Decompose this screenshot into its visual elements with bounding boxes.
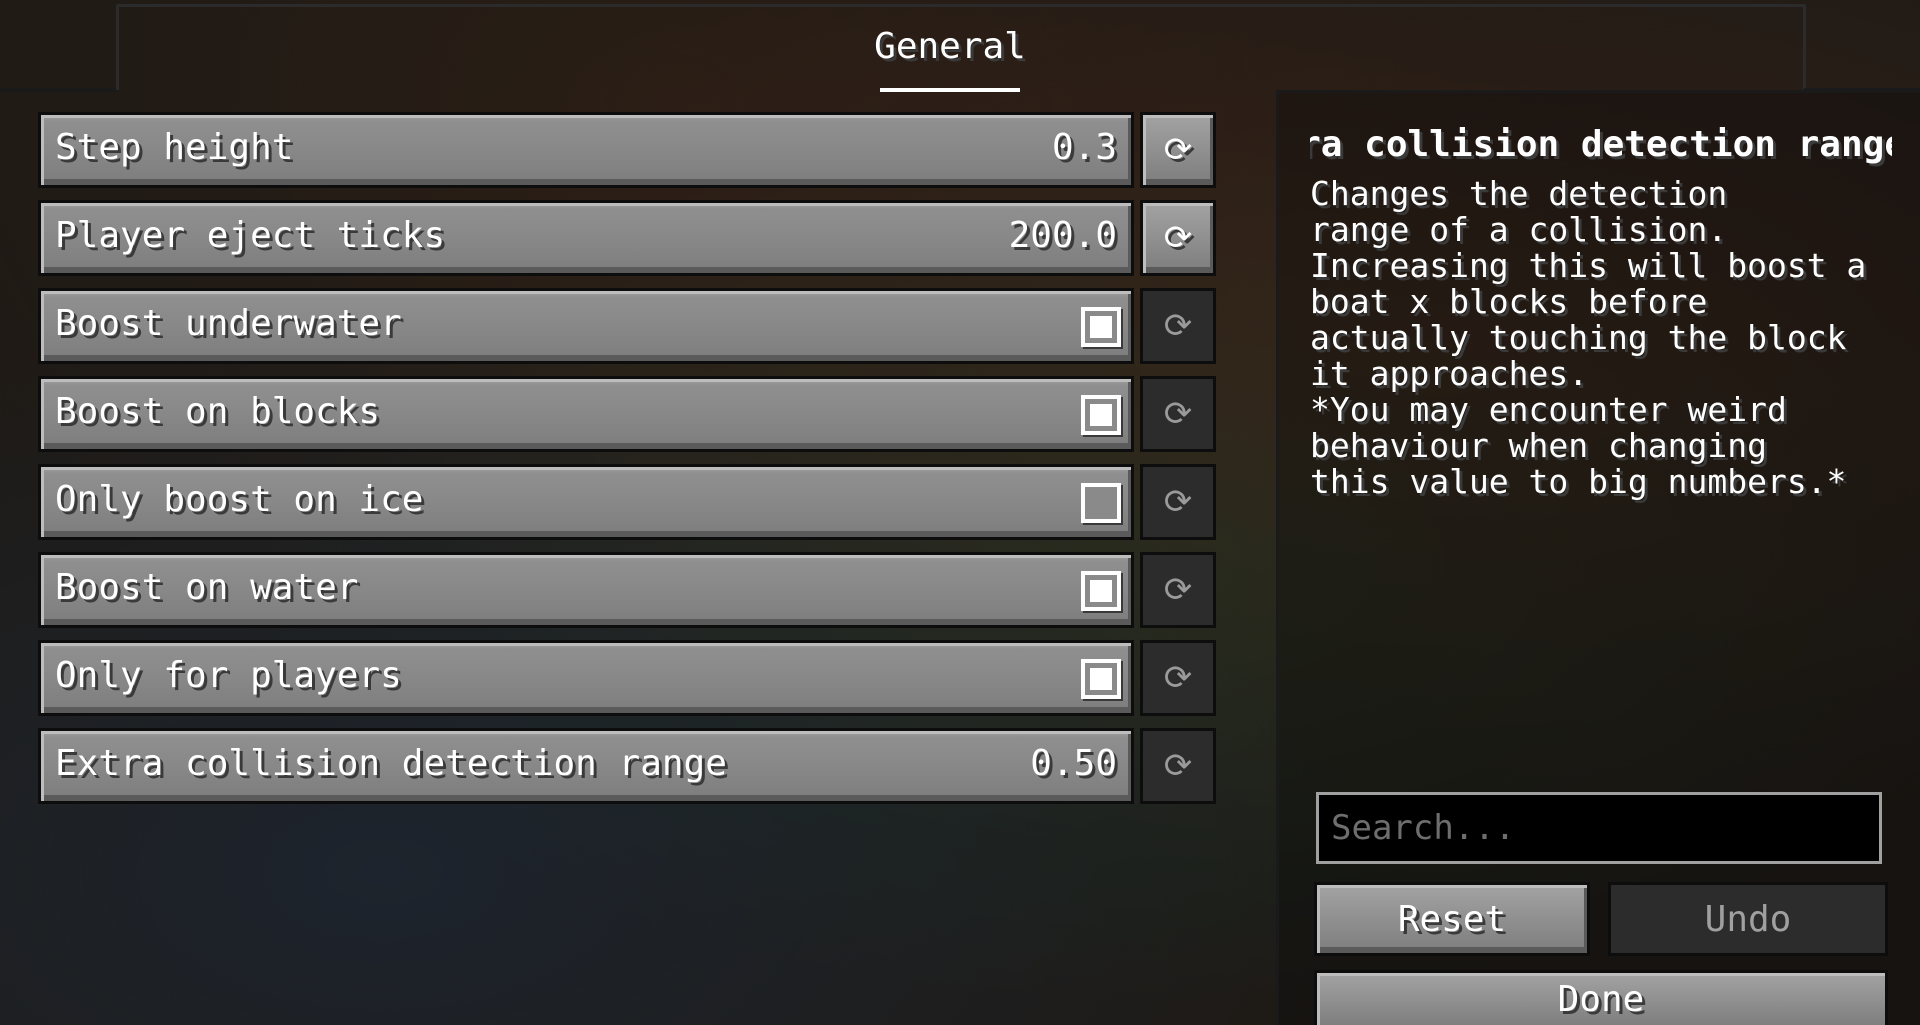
- checkbox[interactable]: [1081, 659, 1121, 699]
- boost-underwater-toggle[interactable]: Boost underwater: [38, 288, 1134, 364]
- checkbox-check-mark: [1090, 668, 1112, 690]
- setting-row-step-height: Step height 0.3 ⟳: [38, 112, 1216, 188]
- tab-general[interactable]: General: [860, 22, 1040, 92]
- setting-label: Boost on water: [55, 567, 359, 608]
- tab-active-underline: [880, 88, 1020, 92]
- player-eject-ticks-field[interactable]: Player eject ticks 200.0: [38, 200, 1134, 276]
- reset-icon: ⟳: [1140, 464, 1216, 540]
- reset-icon[interactable]: ⟳: [1140, 200, 1216, 276]
- description-title-viewport: Extra collision detection range: [1310, 118, 1892, 172]
- description-title: Extra collision detection range: [1310, 124, 1892, 165]
- checkbox[interactable]: [1081, 307, 1121, 347]
- setting-label: Extra collision detection range: [55, 743, 727, 784]
- setting-value: 0.50: [1030, 743, 1117, 784]
- only-boost-on-ice-toggle[interactable]: Only boost on ice: [38, 464, 1134, 540]
- reset-icon: ⟳: [1140, 376, 1216, 452]
- setting-row-only-boost-on-ice: Only boost on ice ⟳: [38, 464, 1216, 540]
- setting-label: Boost on blocks: [55, 391, 381, 432]
- done-button[interactable]: Done: [1314, 970, 1888, 1025]
- checkbox-check-mark: [1090, 580, 1112, 602]
- reset-button[interactable]: Reset: [1314, 882, 1590, 956]
- checkbox[interactable]: [1081, 483, 1121, 523]
- tab-bar: General: [0, 0, 1920, 92]
- header-divider-left: [0, 88, 118, 92]
- checkbox[interactable]: [1081, 571, 1121, 611]
- reset-button-label: Reset: [1397, 898, 1507, 940]
- done-button-label: Done: [1557, 979, 1645, 1020]
- setting-row-boost-on-blocks: Boost on blocks ⟳: [38, 376, 1216, 452]
- search-input[interactable]: [1316, 792, 1882, 864]
- reset-icon: ⟳: [1140, 552, 1216, 628]
- boost-on-water-toggle[interactable]: Boost on water: [38, 552, 1134, 628]
- setting-value: 200.0: [1008, 215, 1117, 256]
- checkbox-check-mark: [1090, 316, 1112, 338]
- setting-row-extra-collision-detection-range: Extra collision detection range 0.50 ⟳: [38, 728, 1216, 804]
- checkbox[interactable]: [1081, 395, 1121, 435]
- reset-icon: ⟳: [1140, 288, 1216, 364]
- setting-row-only-for-players: Only for players ⟳: [38, 640, 1216, 716]
- setting-label: Boost underwater: [55, 303, 402, 344]
- undo-button-label: Undo: [1704, 898, 1792, 940]
- extra-collision-detection-range-slider[interactable]: Extra collision detection range 0.50: [38, 728, 1134, 804]
- reset-icon: ⟳: [1140, 640, 1216, 716]
- setting-label: Step height: [55, 127, 294, 168]
- tab-general-label: General: [874, 26, 1026, 67]
- checkbox-check-mark: [1090, 404, 1112, 426]
- step-height-field[interactable]: Step height 0.3: [38, 112, 1134, 188]
- boost-on-blocks-toggle[interactable]: Boost on blocks: [38, 376, 1134, 452]
- only-for-players-toggle[interactable]: Only for players: [38, 640, 1134, 716]
- reset-icon[interactable]: ⟳: [1140, 112, 1216, 188]
- setting-row-boost-on-water: Boost on water ⟳: [38, 552, 1216, 628]
- setting-row-player-eject-ticks: Player eject ticks 200.0 ⟳: [38, 200, 1216, 276]
- description-body: Changes the detection range of a collisi…: [1310, 174, 1867, 501]
- setting-label: Only for players: [55, 655, 402, 696]
- setting-label: Only boost on ice: [55, 479, 424, 520]
- setting-row-boost-underwater: Boost underwater ⟳: [38, 288, 1216, 364]
- setting-value: 0.3: [1051, 127, 1117, 168]
- undo-button: Undo: [1608, 882, 1888, 956]
- reset-icon: ⟳: [1140, 728, 1216, 804]
- setting-label: Player eject ticks: [55, 215, 446, 256]
